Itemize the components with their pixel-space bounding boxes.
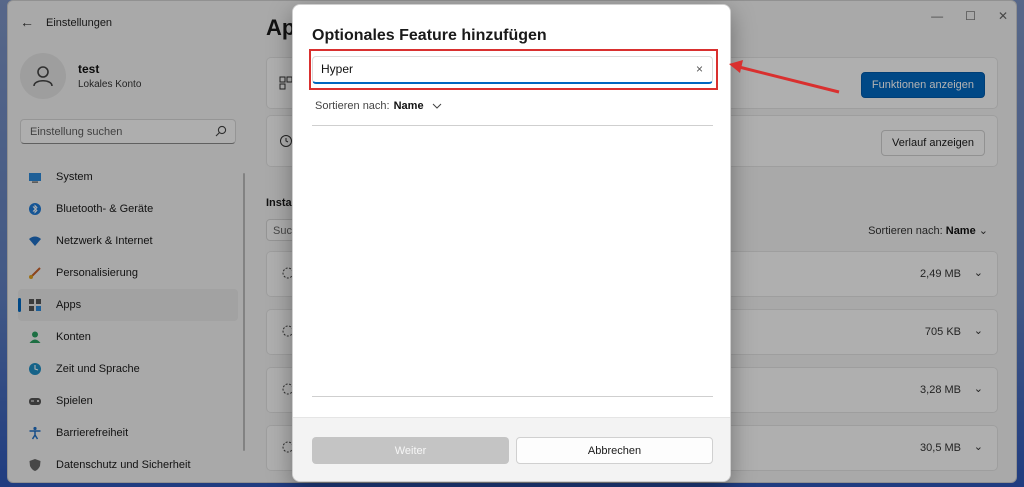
annotation-arrow [729,60,840,94]
sort-value: Name [393,100,424,112]
dialog-title: Optionales Feature hinzufügen [312,27,547,44]
dialog-footer: Weiter Abbrechen [293,417,730,481]
chevron-down-icon [432,103,441,109]
sort-label: Sortieren nach: [315,100,390,112]
dialog-body: Optionales Feature hinzufügen × Sortiere… [293,5,730,417]
divider [312,125,713,126]
cancel-button[interactable]: Abbrechen [516,437,713,464]
divider [312,396,713,397]
next-button[interactable]: Weiter [312,437,509,464]
add-optional-feature-dialog: Optionales Feature hinzufügen × Sortiere… [292,4,731,482]
annotation-highlight-box [309,49,718,90]
dialog-sort-dropdown[interactable]: Sortieren nach: Name [315,100,442,112]
